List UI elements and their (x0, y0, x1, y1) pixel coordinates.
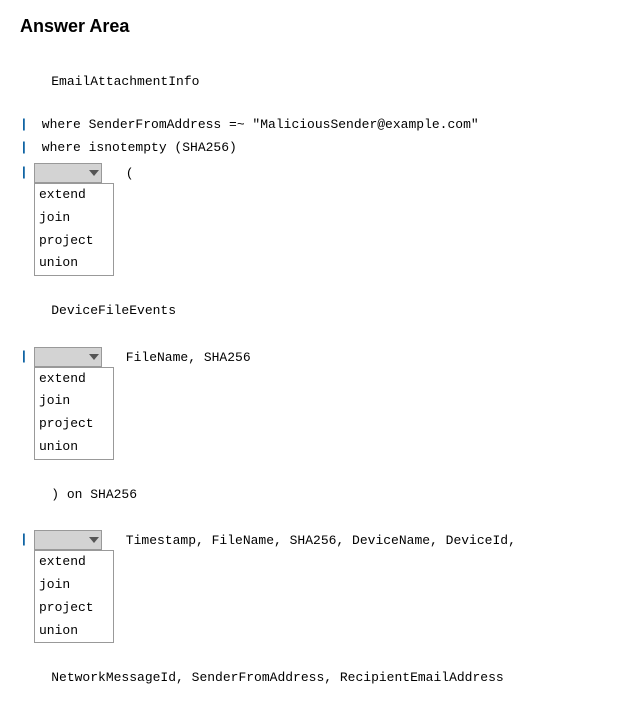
pipe-2: | (20, 138, 28, 159)
dropdown-group-3: | extend join project union Timestamp, F… (20, 530, 621, 643)
dropdown-3-option-union[interactable]: union (35, 620, 113, 643)
where-sender-text: where SenderFromAddress =~ "MaliciousSen… (34, 115, 479, 136)
dropdown-3-option-project[interactable]: project (35, 597, 113, 620)
code-line-network-message: NetworkMessageId, SenderFromAddress, Rec… (20, 647, 621, 709)
page-title: Answer Area (20, 16, 621, 37)
dropdown-2-select[interactable] (34, 347, 102, 367)
dropdown-3-option-join[interactable]: join (35, 574, 113, 597)
dropdown-3-select[interactable] (34, 530, 102, 550)
dropdown-group-2: | extend join project union FileName, SH… (20, 347, 621, 460)
dropdown-2-container: extend join project union (34, 347, 114, 460)
after-dropdown-1: ( (118, 163, 134, 185)
dropdown-2-option-union[interactable]: union (35, 436, 113, 459)
dropdown-1-option-join[interactable]: join (35, 207, 113, 230)
dropdown-2-arrow-icon (89, 354, 99, 360)
code-line-emailattachmentinfo: EmailAttachmentInfo (20, 51, 621, 113)
code-line-where-sender: | where SenderFromAddress =~ "MaliciousS… (20, 115, 621, 136)
after-dropdown-2: FileName, SHA256 (118, 347, 251, 369)
dropdown-1-option-extend[interactable]: extend (35, 184, 113, 207)
dropdown-1-list: extend join project union (34, 183, 114, 276)
dropdown-3-option-extend[interactable]: extend (35, 551, 113, 574)
pipe-1: | (20, 115, 28, 136)
code-line-devicefileevents: DeviceFileEvents (20, 280, 621, 342)
dropdown-1-container: extend join project union (34, 163, 114, 276)
dropdown-2-option-project[interactable]: project (35, 413, 113, 436)
pipe-3: | (20, 163, 28, 184)
after-dropdown-3: Timestamp, FileName, SHA256, DeviceName,… (118, 530, 516, 552)
pipe-5: | (20, 530, 28, 551)
dropdown-3-container: extend join project union (34, 530, 114, 643)
dropdown-3-arrow-icon (89, 537, 99, 543)
code-line-on-sha256: ) on SHA256 (20, 464, 621, 526)
dropdown-2-list: extend join project union (34, 367, 114, 460)
dropdown-2-option-extend[interactable]: extend (35, 368, 113, 391)
dropdown-2-option-join[interactable]: join (35, 390, 113, 413)
dropdown-1-option-project[interactable]: project (35, 230, 113, 253)
where-isnotempty-text: where isnotempty (SHA256) (34, 138, 237, 159)
dropdown-1-select[interactable] (34, 163, 102, 183)
dropdown-group-1: | extend join project union ( (20, 163, 621, 276)
dropdown-3-list: extend join project union (34, 550, 114, 643)
dropdown-1-arrow-icon (89, 170, 99, 176)
code-line-where-isnotempty: | where isnotempty (SHA256) (20, 138, 621, 159)
code-block: EmailAttachmentInfo | where SenderFromAd… (20, 51, 621, 710)
pipe-4: | (20, 347, 28, 368)
dropdown-1-option-union[interactable]: union (35, 252, 113, 275)
